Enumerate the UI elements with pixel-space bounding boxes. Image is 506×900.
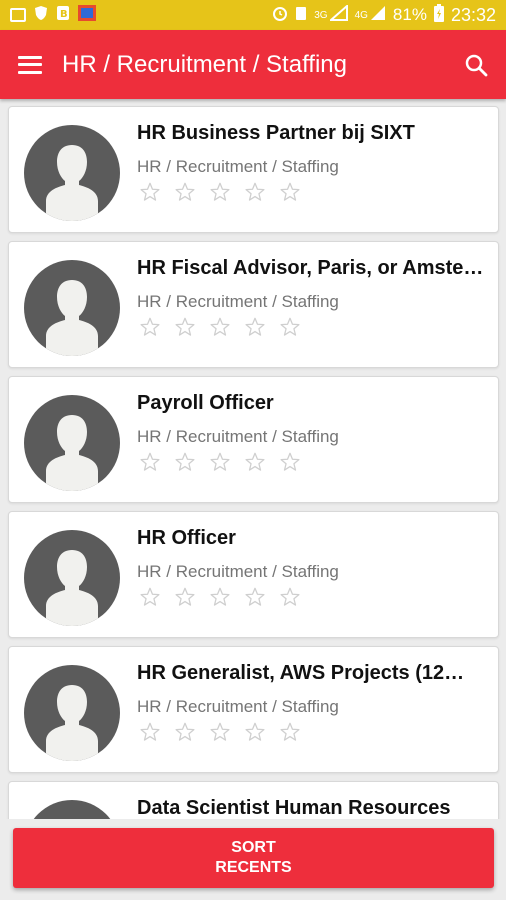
- avatar: [24, 800, 120, 819]
- signal-icon: [327, 3, 348, 26]
- page-title: HR / Recruitment / Staffing: [62, 50, 347, 78]
- person-silhouette-icon: [46, 280, 98, 356]
- avatar: [24, 395, 120, 491]
- star-icon[interactable]: [244, 721, 266, 743]
- search-icon: [465, 54, 488, 76]
- status-bar: B 3G 4G 81% 23:32: [0, 0, 506, 30]
- person-silhouette-icon: [46, 415, 98, 491]
- star-icon[interactable]: [244, 316, 266, 338]
- network-type-label: 3G: [314, 9, 328, 21]
- search-button[interactable]: [446, 30, 506, 99]
- job-title: HR Business Partner bij SIXT: [137, 122, 415, 144]
- star-icon[interactable]: [209, 181, 231, 203]
- job-card[interactable]: HR Officer HR / Recruitment / Staffing: [8, 511, 499, 638]
- star-icon[interactable]: [139, 586, 161, 608]
- star-icon[interactable]: [279, 181, 301, 203]
- job-list[interactable]: HR Business Partner bij SIXT HR / Recruit…: [0, 99, 506, 819]
- battery-saver-icon: [295, 5, 307, 26]
- job-category: HR / Recruitment / Staffing: [137, 427, 339, 446]
- status-right: 3G 4G 81% 23:32: [272, 3, 496, 27]
- star-icon[interactable]: [139, 721, 161, 743]
- person-silhouette-icon: [24, 800, 120, 819]
- star-icon[interactable]: [279, 586, 301, 608]
- job-title: HR Officer: [137, 527, 236, 549]
- rating-stars[interactable]: [139, 316, 301, 338]
- battery-percent: 81%: [392, 5, 427, 24]
- star-icon[interactable]: [244, 451, 266, 473]
- flag-icon: [78, 4, 96, 26]
- job-category: HR / Recruitment / Staffing: [137, 292, 339, 311]
- star-icon[interactable]: [174, 316, 196, 338]
- star-icon[interactable]: [174, 586, 196, 608]
- avatar: [24, 530, 120, 626]
- sort-recents-button[interactable]: SORT RECENTS: [13, 828, 494, 888]
- shield-icon: [34, 5, 48, 26]
- sort-button-line1: SORT: [231, 839, 276, 856]
- avatar: [24, 260, 120, 356]
- status-left: B: [10, 4, 96, 26]
- star-icon[interactable]: [139, 181, 161, 203]
- star-icon[interactable]: [174, 451, 196, 473]
- star-icon[interactable]: [244, 586, 266, 608]
- avatar: [24, 665, 120, 761]
- star-icon[interactable]: [209, 316, 231, 338]
- battery-icon: [433, 3, 444, 27]
- avatar: [24, 125, 120, 221]
- star-icon[interactable]: [279, 721, 301, 743]
- job-card[interactable]: Payroll Officer HR / Recruitment / Staffi…: [8, 376, 499, 503]
- star-icon[interactable]: [174, 721, 196, 743]
- person-silhouette-icon: [46, 685, 98, 761]
- star-icon[interactable]: [139, 316, 161, 338]
- signal-2-icon: [370, 5, 386, 26]
- b-icon: B: [56, 5, 70, 26]
- rating-stars[interactable]: [139, 586, 301, 608]
- rating-stars[interactable]: [139, 721, 301, 743]
- star-icon[interactable]: [209, 586, 231, 608]
- svg-text:B: B: [60, 9, 68, 20]
- hamburger-icon: [18, 55, 42, 74]
- job-category: HR / Recruitment / Staffing: [137, 697, 339, 716]
- job-title: Payroll Officer: [137, 392, 274, 414]
- gallery-icon: [10, 8, 26, 22]
- job-card[interactable]: Data Scientist Human Resources: [8, 781, 499, 819]
- alarm-icon: [272, 5, 288, 26]
- clock: 23:32: [450, 4, 496, 25]
- job-card[interactable]: HR Fiscal Advisor, Paris, or Amste… HR / …: [8, 241, 499, 368]
- person-silhouette-icon: [46, 550, 98, 626]
- star-icon[interactable]: [174, 181, 196, 203]
- rating-stars[interactable]: [139, 451, 301, 473]
- app-bar: HR / Recruitment / Staffing: [0, 30, 506, 99]
- job-title: HR Fiscal Advisor, Paris, or Amste…: [137, 257, 484, 279]
- sort-button-line2: RECENTS: [215, 859, 292, 876]
- star-icon[interactable]: [244, 181, 266, 203]
- job-category: HR / Recruitment / Staffing: [137, 562, 339, 581]
- star-icon[interactable]: [139, 451, 161, 473]
- star-icon[interactable]: [209, 451, 231, 473]
- star-icon[interactable]: [209, 721, 231, 743]
- network-type-2-label: 4G: [354, 9, 368, 21]
- job-card[interactable]: HR Generalist, AWS Projects (12… HR / Rec…: [8, 646, 499, 773]
- menu-button[interactable]: [0, 30, 60, 99]
- person-silhouette-icon: [46, 145, 98, 221]
- star-icon[interactable]: [279, 316, 301, 338]
- rating-stars[interactable]: [139, 181, 301, 203]
- job-title: Data Scientist Human Resources: [137, 797, 451, 819]
- job-card[interactable]: HR Business Partner bij SIXT HR / Recruit…: [8, 106, 499, 233]
- star-icon[interactable]: [279, 451, 301, 473]
- job-title: HR Generalist, AWS Projects (12…: [137, 662, 465, 684]
- job-category: HR / Recruitment / Staffing: [137, 157, 339, 176]
